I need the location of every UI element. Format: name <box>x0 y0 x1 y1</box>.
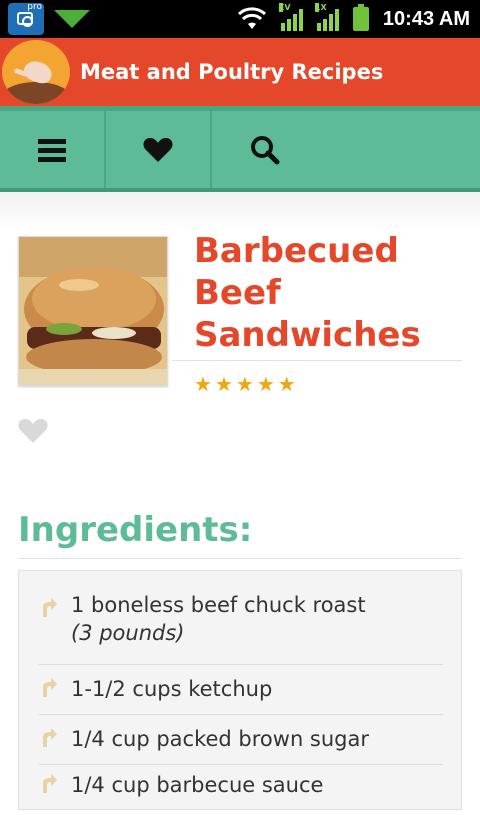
signal-strength-icon-2: 1X <box>314 3 339 31</box>
check-arrow-icon <box>43 598 57 617</box>
ingredient-note: (3 pounds) <box>71 621 185 645</box>
download-notification-icon <box>54 10 90 28</box>
app-title: Meat and Poultry Recipes <box>80 60 384 84</box>
list-item[interactable]: 1/4 cup barbecue sauce <box>39 765 443 815</box>
camera-app-icon: pro <box>8 2 44 35</box>
menu-icon <box>38 138 66 162</box>
recipe-title: Barbecued Beef Sandwiches <box>194 231 421 355</box>
ingredient-text: 1/4 cup barbecue sauce <box>71 773 324 797</box>
battery-icon <box>352 4 369 31</box>
clock: 10:43 AM <box>382 7 470 30</box>
star-icon: ★ <box>214 372 233 396</box>
star-icon: ★ <box>256 372 275 396</box>
favorites-button[interactable] <box>106 111 212 188</box>
app-logo-drumstick-icon[interactable] <box>2 40 70 104</box>
menu-button[interactable] <box>0 111 106 188</box>
wifi-icon <box>237 7 266 29</box>
recipe-photo[interactable] <box>18 236 168 386</box>
ingredient-text: 1/4 cup packed brown sugar <box>71 727 370 751</box>
ingredients-heading: Ingredients: <box>18 510 253 550</box>
check-arrow-icon <box>43 728 57 747</box>
star-icon: ★ <box>194 372 212 396</box>
search-button[interactable] <box>212 111 318 188</box>
toolbar-shadow <box>0 192 480 232</box>
ingredients-divider <box>18 558 462 559</box>
search-icon <box>251 135 280 164</box>
heart-icon <box>143 137 173 162</box>
list-item[interactable]: 1 boneless beef chuck roast (3 pounds) <box>39 591 443 665</box>
list-item[interactable]: 1/4 cup packed brown sugar <box>39 715 443 765</box>
heart-outline-icon <box>18 419 48 443</box>
app-header: Meat and Poultry Recipes <box>0 38 480 106</box>
toolbar <box>0 106 480 192</box>
title-divider <box>172 360 462 361</box>
ingredient-text: 1-1/2 cups ketchup <box>71 677 273 701</box>
star-rating: ★ ★ ★ ★ ★ <box>194 374 296 394</box>
signal-strength-icon: EV <box>278 3 303 31</box>
ingredient-text: 1 boneless beef chuck roast <box>71 593 366 617</box>
status-bar: pro EV 1X 10:43 AM <box>0 0 480 38</box>
check-arrow-icon <box>43 774 57 793</box>
list-item[interactable]: 1-1/2 cups ketchup <box>39 665 443 715</box>
check-arrow-icon <box>43 678 57 697</box>
star-icon: ★ <box>235 372 254 396</box>
star-icon: ★ <box>277 372 296 396</box>
add-favorite-button[interactable] <box>18 418 48 448</box>
ingredients-list: 1 boneless beef chuck roast (3 pounds) 1… <box>18 570 462 810</box>
camera-pro-badge: pro <box>27 2 42 12</box>
